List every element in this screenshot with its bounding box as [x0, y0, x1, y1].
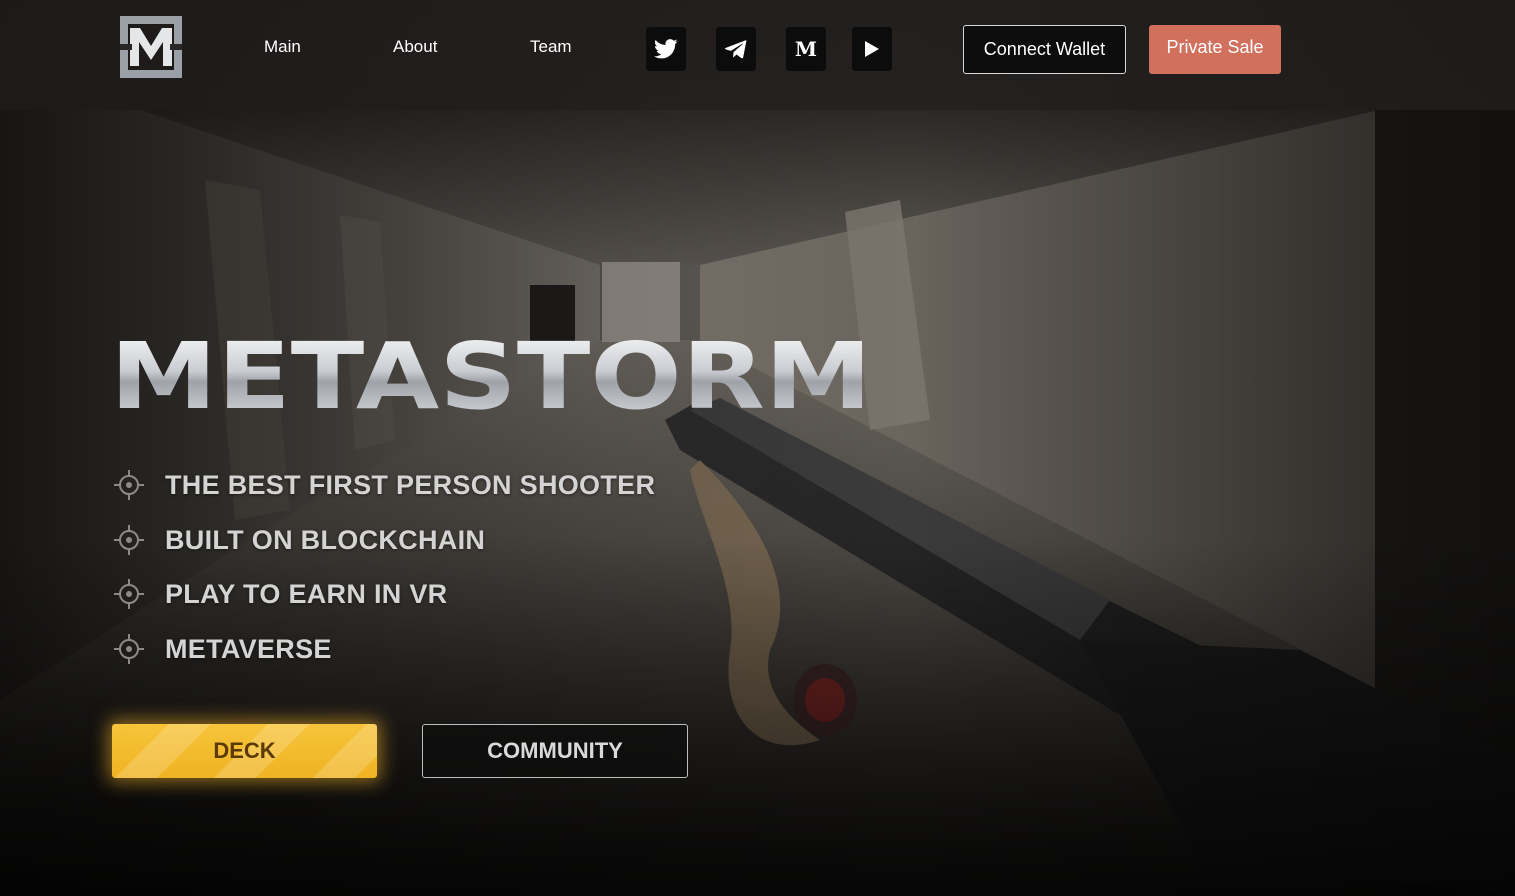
feature-text: METAVERSE: [165, 633, 332, 664]
telegram-icon: [725, 40, 747, 59]
crosshair-icon: [114, 579, 144, 609]
medium-icon: M: [794, 37, 818, 61]
youtube-play-icon: [865, 41, 879, 57]
feature-text: BUILT ON BLOCKCHAIN: [165, 524, 486, 555]
nav-team-link[interactable]: Team: [530, 37, 572, 57]
twitter-icon: [654, 39, 678, 59]
top-navigation-bar: Main About Team M Connect Wallet Private…: [0, 0, 1515, 110]
twitter-button[interactable]: [646, 27, 686, 71]
feature-item: PLAY TO EARN IN VR: [113, 577, 447, 611]
metastorm-m-logo-icon[interactable]: [118, 14, 184, 80]
nav-about-link[interactable]: About: [393, 37, 437, 57]
nav-main-link[interactable]: Main: [264, 37, 301, 57]
deck-button[interactable]: DECK: [112, 724, 377, 778]
feature-text: PLAY TO EARN IN VR: [165, 578, 448, 609]
youtube-button[interactable]: [852, 27, 892, 71]
crosshair-icon: [114, 525, 144, 555]
crosshair-icon: [114, 634, 144, 664]
feature-item: THE BEST FIRST PERSON SHOOTER: [113, 468, 655, 502]
metastorm-title: METASTORM: [110, 330, 872, 420]
feature-item: METAVERSE: [113, 632, 332, 666]
connect-wallet-button[interactable]: Connect Wallet: [963, 25, 1126, 74]
private-sale-button[interactable]: Private Sale: [1149, 25, 1281, 74]
feature-text: THE BEST FIRST PERSON SHOOTER: [165, 469, 656, 500]
page: Main About Team M Connect Wallet Private…: [0, 0, 1515, 896]
medium-button[interactable]: M: [786, 27, 826, 71]
community-button[interactable]: COMMUNITY: [422, 724, 688, 778]
crosshair-icon: [114, 470, 144, 500]
telegram-button[interactable]: [716, 27, 756, 71]
feature-item: BUILT ON BLOCKCHAIN: [113, 523, 485, 557]
svg-text:METASTORM: METASTORM: [110, 330, 872, 420]
